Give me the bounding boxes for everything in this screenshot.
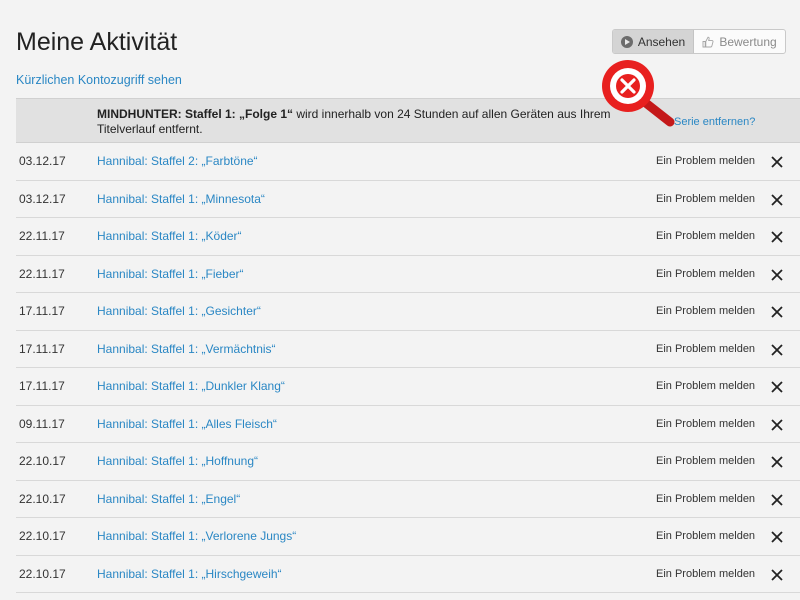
- history-row: 22.11.17 Hannibal: Staffel 1: „Köder“ Ein …: [16, 218, 800, 256]
- row-title-link[interactable]: Hannibal: Staffel 1: „Fieber“: [97, 267, 244, 281]
- report-problem-link[interactable]: Ein Problem melden: [656, 305, 755, 317]
- view-toggle: Ansehen Bewertung: [612, 29, 786, 54]
- rating-tab-label: Bewertung: [719, 34, 777, 49]
- history-row: 22.10.17 Hannibal: Staffel 1: „Hoffnung“ E…: [16, 443, 800, 481]
- remove-series-link[interactable]: Serie entfernen?: [674, 116, 755, 128]
- history-row: 22.11.17 Hannibal: Staffel 1: „Fieber“ Ein…: [16, 256, 800, 293]
- history-row: 22.10.17 Hannibal: Staffel 1: „Verlorene …: [16, 518, 800, 556]
- row-title-link[interactable]: Hannibal: Staffel 1: „Köder“: [97, 229, 242, 243]
- row-title-link[interactable]: Hannibal: Staffel 1: „Alles Fleisch“: [97, 417, 277, 431]
- row-date: 22.11.17: [19, 229, 65, 243]
- history-row: 17.11.17 Hannibal: Staffel 1: „Vermächtni…: [16, 331, 800, 368]
- row-date: 22.10.17: [19, 529, 66, 543]
- close-icon[interactable]: [770, 418, 784, 432]
- history-row: 03.12.17 Hannibal: Staffel 2: „Farbtöne“ E…: [16, 143, 800, 181]
- row-date: 22.10.17: [19, 491, 66, 506]
- report-problem-link[interactable]: Ein Problem melden: [656, 530, 755, 542]
- close-icon[interactable]: [770, 193, 784, 207]
- close-icon[interactable]: [770, 455, 784, 469]
- play-icon: [620, 35, 633, 48]
- report-problem-link[interactable]: Ein Problem melden: [656, 493, 755, 505]
- row-date: 17.11.17: [19, 341, 65, 356]
- viewing-history-list: 03.12.17 Hannibal: Staffel 2: „Farbtöne“ E…: [0, 143, 800, 593]
- recent-account-access-link[interactable]: Kürzlichen Kontozugriff sehen: [16, 73, 182, 87]
- close-icon[interactable]: [770, 230, 784, 244]
- history-row: 22.10.17 Hannibal: Staffel 1: „Hirschgewe…: [16, 556, 800, 593]
- report-problem-link[interactable]: Ein Problem melden: [656, 568, 755, 580]
- row-title-link[interactable]: Hannibal: Staffel 1: „Engel“: [97, 492, 240, 506]
- row-date: 03.12.17: [19, 191, 66, 206]
- row-title-link[interactable]: Hannibal: Staffel 1: „Hoffnung“: [97, 454, 258, 468]
- thumb-icon: [702, 36, 714, 48]
- report-problem-link[interactable]: Ein Problem melden: [656, 418, 755, 430]
- close-icon[interactable]: [770, 568, 784, 582]
- history-row: 17.11.17 Hannibal: Staffel 1: „Dunkler Kl…: [16, 368, 800, 406]
- notice-show-title: MINDHUNTER: Staffel 1: „Folge 1“: [97, 107, 294, 121]
- close-icon[interactable]: [770, 305, 784, 319]
- row-date: 09.11.17: [19, 416, 65, 431]
- report-problem-link[interactable]: Ein Problem melden: [656, 155, 755, 167]
- report-problem-link[interactable]: Ein Problem melden: [656, 193, 755, 205]
- row-title-link[interactable]: Hannibal: Staffel 1: „Dunkler Klang“: [97, 379, 285, 393]
- history-row: 09.11.17 Hannibal: Staffel 1: „Alles Flei…: [16, 406, 800, 443]
- close-icon[interactable]: [770, 268, 784, 282]
- report-problem-link[interactable]: Ein Problem melden: [656, 268, 755, 280]
- report-problem-link[interactable]: Ein Problem melden: [656, 455, 755, 467]
- row-date: 17.11.17: [19, 379, 65, 393]
- row-date: 22.10.17: [19, 566, 66, 581]
- close-icon[interactable]: [770, 155, 784, 169]
- history-row: 03.12.17 Hannibal: Staffel 1: „Minnesota“…: [16, 181, 800, 218]
- row-date: 22.10.17: [19, 454, 66, 468]
- row-title-link[interactable]: Hannibal: Staffel 1: „Minnesota“: [97, 192, 265, 206]
- watch-tab-label: Ansehen: [637, 34, 686, 49]
- row-date: 03.12.17: [19, 154, 66, 168]
- close-icon[interactable]: [770, 380, 784, 394]
- report-problem-link[interactable]: Ein Problem melden: [656, 230, 755, 242]
- row-date: 17.11.17: [19, 304, 65, 318]
- close-icon[interactable]: [770, 530, 784, 544]
- page-title: Meine Aktivität: [16, 28, 178, 56]
- history-row: 17.11.17 Hannibal: Staffel 1: „Gesichter“…: [16, 293, 800, 331]
- row-title-link[interactable]: Hannibal: Staffel 1: „Gesichter“: [97, 304, 261, 318]
- row-title-link[interactable]: Hannibal: Staffel 1: „Hirschgeweih“: [97, 567, 282, 581]
- close-icon[interactable]: [770, 493, 784, 507]
- row-title-link[interactable]: Hannibal: Staffel 2: „Farbtöne“: [97, 154, 258, 168]
- removal-notice: MINDHUNTER: Staffel 1: „Folge 1“ wird in…: [16, 98, 800, 143]
- row-title-link[interactable]: Hannibal: Staffel 1: „Vermächtnis“: [97, 342, 276, 356]
- history-row: 22.10.17 Hannibal: Staffel 1: „Engel“ Ein …: [16, 481, 800, 518]
- row-date: 22.11.17: [19, 266, 65, 281]
- close-icon[interactable]: [770, 343, 784, 357]
- watch-tab[interactable]: Ansehen: [613, 30, 694, 53]
- report-problem-link[interactable]: Ein Problem melden: [656, 380, 755, 392]
- row-title-link[interactable]: Hannibal: Staffel 1: „Verlorene Jungs“: [97, 529, 296, 543]
- notice-text: MINDHUNTER: Staffel 1: „Folge 1“ wird in…: [97, 107, 627, 137]
- rating-tab[interactable]: Bewertung: [694, 30, 785, 53]
- report-problem-link[interactable]: Ein Problem melden: [656, 343, 755, 355]
